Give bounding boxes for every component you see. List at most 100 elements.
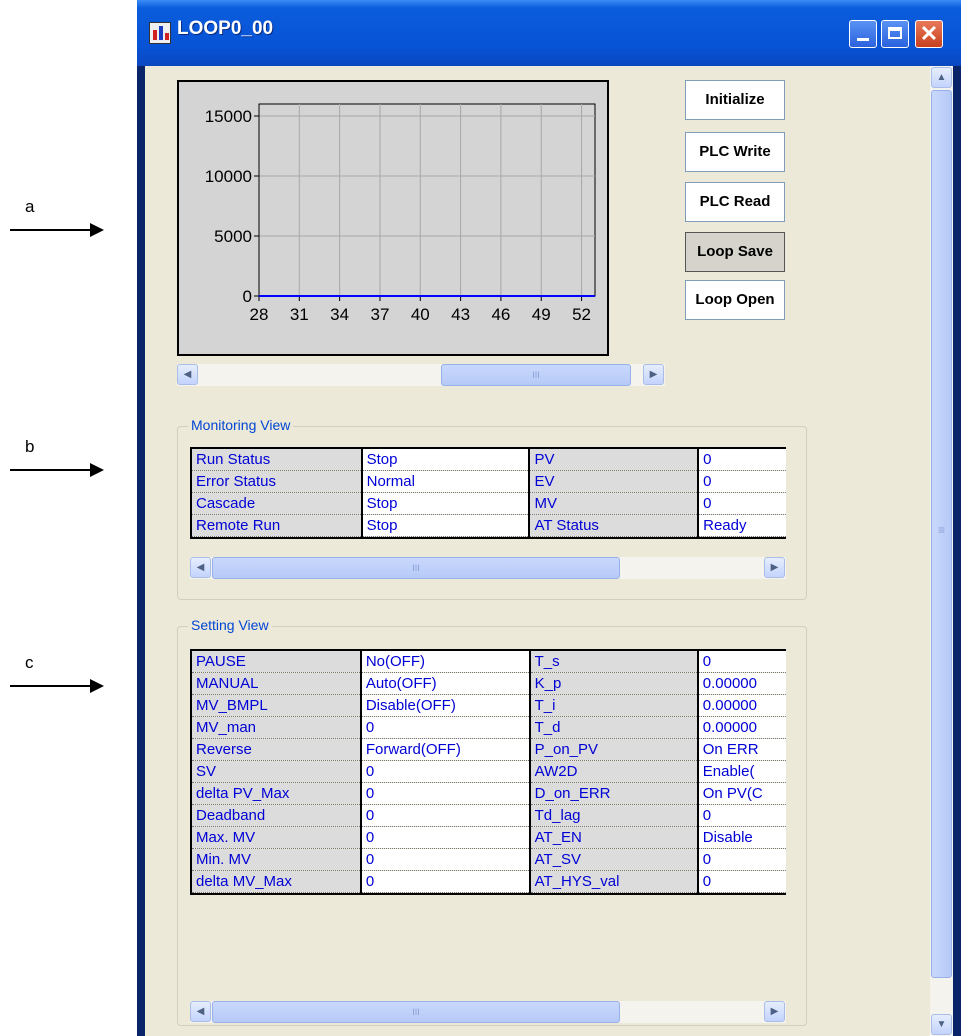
chart-hscrollbar[interactable]: ◀ III ▶	[177, 364, 665, 386]
minimize-button[interactable]	[849, 20, 877, 48]
parameter-value-cell[interactable]: 0	[697, 804, 786, 827]
table-row: PAUSE No(OFF) T_s 0	[192, 651, 786, 673]
parameter-name-cell: SV	[192, 760, 362, 783]
x-tick-label: 31	[290, 305, 309, 324]
maximize-button[interactable]	[881, 20, 909, 48]
setting-view-group: Setting View PAUSE No(OFF) T_s 0 MANUAL Auto(…	[177, 617, 807, 1026]
setting-table: PAUSE No(OFF) T_s 0 MANUAL Auto(OFF) K_p 0.0000…	[192, 651, 786, 893]
table-row: Cascade Stop MV 0	[192, 492, 786, 515]
parameter-value-cell[interactable]: 0	[360, 870, 531, 893]
scroll-right-button[interactable]: ▶	[643, 364, 664, 385]
parameter-value-cell[interactable]: On ERR	[697, 738, 786, 761]
table-row: MANUAL Auto(OFF) K_p 0.00000	[192, 672, 786, 695]
parameter-name-cell: Cascade	[192, 492, 363, 515]
annotation-a: a	[0, 197, 120, 257]
table-row: Error Status Normal EV 0	[192, 470, 786, 493]
parameter-name-cell: P_on_PV	[529, 738, 699, 761]
parameter-value-cell[interactable]: Stop	[361, 449, 531, 471]
parameter-value-cell[interactable]: 0	[360, 716, 531, 739]
table-row: Min. MV 0 AT_SV 0	[192, 848, 786, 871]
annotation-arrow	[10, 229, 92, 231]
initialize-button[interactable]: Initialize	[685, 80, 785, 120]
parameter-value-cell[interactable]: 0.00000	[697, 716, 786, 739]
table-row: SV 0 AW2D Enable(	[192, 760, 786, 783]
parameter-name-cell: delta PV_Max	[192, 782, 362, 805]
plot-area	[258, 103, 596, 297]
parameter-name-cell: AW2D	[529, 760, 699, 783]
scroll-right-button[interactable]: ▶	[764, 1001, 785, 1022]
monitoring-hscrollbar[interactable]: ◀ III ▶	[190, 557, 786, 579]
window-vscrollbar[interactable]: ▲ ▼	[930, 66, 953, 1036]
annotation-label: a	[25, 197, 35, 216]
parameter-value-cell[interactable]: 0	[360, 848, 531, 871]
parameter-value-cell[interactable]: 0	[360, 782, 531, 805]
parameter-value-cell[interactable]: Disable(OFF)	[360, 694, 531, 717]
loop-window: LOOP0_00 ✕ 28 31 34 37 40 43 46 49 52 0 5000 10000 1…	[137, 0, 961, 1036]
table-row: Remote Run Stop AT Status Ready	[192, 514, 786, 537]
loop-open-button[interactable]: Loop Open	[685, 280, 785, 320]
parameter-name-cell: MANUAL	[192, 672, 362, 695]
scroll-thumb[interactable]: III	[212, 557, 620, 579]
parameter-value-cell[interactable]: 0	[360, 760, 531, 783]
vertical-scroll-thumb[interactable]	[931, 90, 952, 978]
x-tick-label: 46	[491, 305, 510, 324]
monitoring-table: Run Status Stop PV 0 Error Status Normal EV 0 Ca…	[192, 449, 786, 537]
parameter-name-cell: PAUSE	[192, 651, 362, 673]
x-tick-label: 28	[250, 305, 269, 324]
plc-read-button[interactable]: PLC Read	[685, 182, 785, 222]
arrow-head-icon	[90, 223, 104, 237]
parameter-value-cell[interactable]: Auto(OFF)	[360, 672, 531, 695]
close-button[interactable]: ✕	[915, 20, 943, 48]
annotation-label: c	[25, 653, 34, 672]
table-row: delta MV_Max 0 AT_HYS_val 0	[192, 870, 786, 893]
parameter-value-cell[interactable]: Stop	[361, 492, 531, 515]
parameter-name-cell: K_p	[529, 672, 699, 695]
parameter-value-cell[interactable]: 0	[697, 870, 786, 893]
parameter-name-cell: delta MV_Max	[192, 870, 362, 893]
scroll-up-button[interactable]: ▲	[931, 67, 952, 88]
table-row: Reverse Forward(OFF) P_on_PV On ERR	[192, 738, 786, 761]
loop-save-button[interactable]: Loop Save	[685, 232, 785, 272]
parameter-value-cell[interactable]: Ready	[698, 514, 786, 537]
parameter-value-cell[interactable]: Enable(	[697, 760, 786, 783]
parameter-value-cell[interactable]: On PV(C	[697, 782, 786, 805]
parameter-value-cell[interactable]: Forward(OFF)	[360, 738, 531, 761]
parameter-name-cell: Max. MV	[192, 826, 362, 849]
scroll-down-button[interactable]: ▼	[931, 1014, 952, 1035]
parameter-value-cell[interactable]: 0	[698, 470, 786, 493]
setting-grid: PAUSE No(OFF) T_s 0 MANUAL Auto(OFF) K_p 0.0000…	[190, 649, 786, 895]
scroll-thumb[interactable]: III	[441, 364, 631, 386]
parameter-value-cell[interactable]: 0	[697, 651, 786, 673]
parameter-name-cell: AT_HYS_val	[529, 870, 699, 893]
title-bar[interactable]: LOOP0_00 ✕	[137, 0, 961, 66]
parameter-value-cell[interactable]: 0	[698, 449, 786, 471]
scroll-thumb[interactable]: III	[212, 1001, 620, 1023]
parameter-value-cell[interactable]: Stop	[361, 514, 531, 537]
annotation-b: b	[0, 437, 120, 497]
y-tick-label: 5000	[214, 227, 252, 246]
parameter-value-cell[interactable]: Disable	[697, 826, 786, 849]
scroll-right-button[interactable]: ▶	[764, 557, 785, 578]
x-tick-label: 43	[451, 305, 470, 324]
y-tick-label: 15000	[205, 107, 252, 126]
parameter-value-cell[interactable]: 0.00000	[697, 672, 786, 695]
scroll-left-button[interactable]: ◀	[190, 1001, 211, 1022]
parameter-value-cell[interactable]: 0	[360, 804, 531, 827]
scroll-left-button[interactable]: ◀	[190, 557, 211, 578]
parameter-value-cell[interactable]: 0	[698, 492, 786, 515]
parameter-value-cell[interactable]: Normal	[361, 470, 531, 493]
parameter-value-cell[interactable]: 0	[360, 826, 531, 849]
parameter-value-cell[interactable]: 0	[697, 848, 786, 871]
parameter-name-cell: Error Status	[192, 470, 363, 493]
parameter-value-cell[interactable]: 0.00000	[697, 694, 786, 717]
plc-write-button[interactable]: PLC Write	[685, 132, 785, 172]
x-tick-label: 49	[532, 305, 551, 324]
parameter-name-cell: PV	[529, 449, 700, 471]
x-tick-label: 37	[370, 305, 389, 324]
table-row: delta PV_Max 0 D_on_ERR On PV(C	[192, 782, 786, 805]
setting-hscrollbar[interactable]: ◀ III ▶	[190, 1001, 786, 1023]
parameter-value-cell[interactable]: No(OFF)	[360, 651, 531, 673]
table-row: MV_man 0 T_d 0.00000	[192, 716, 786, 739]
x-tick-label: 52	[572, 305, 591, 324]
scroll-left-button[interactable]: ◀	[177, 364, 198, 385]
